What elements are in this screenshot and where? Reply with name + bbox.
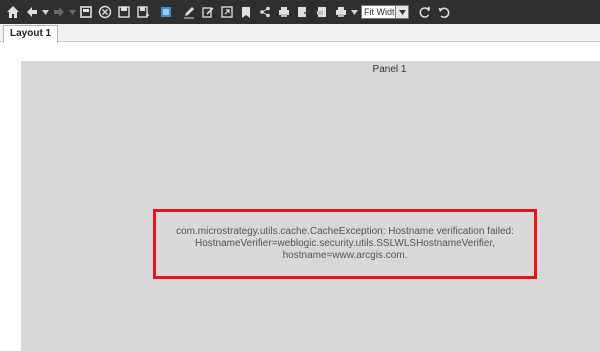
toolbar: Fit Width xyxy=(0,0,600,24)
back-dropdown-icon[interactable] xyxy=(41,2,49,22)
export-icon[interactable] xyxy=(293,2,312,22)
print-icon[interactable] xyxy=(274,2,293,22)
forward-dropdown-icon[interactable] xyxy=(68,2,76,22)
zoom-value: Fit Width xyxy=(364,7,395,17)
reset-icon[interactable] xyxy=(434,2,453,22)
present-icon[interactable] xyxy=(76,2,95,22)
share-link-icon[interactable] xyxy=(255,2,274,22)
back-icon[interactable] xyxy=(22,2,41,22)
panel-title: Panel 1 xyxy=(372,64,407,75)
error-message: com.microstrategy.utils.cache.CacheExcep… xyxy=(156,226,534,262)
layout-tab-bar: Layout 1 xyxy=(0,24,600,43)
chevron-down-icon[interactable] xyxy=(395,6,408,18)
print-dropdown-icon[interactable] xyxy=(350,2,358,22)
share-icon[interactable] xyxy=(217,2,236,22)
save-as-icon[interactable] xyxy=(133,2,152,22)
close-icon[interactable] xyxy=(95,2,114,22)
data-icon[interactable] xyxy=(156,2,175,22)
more-print-icon[interactable] xyxy=(331,2,350,22)
error-line-3: hostname=www.arcgis.com. xyxy=(282,250,408,261)
annotate-icon[interactable] xyxy=(198,2,217,22)
error-highlight-box: com.microstrategy.utils.cache.CacheExcep… xyxy=(153,209,537,279)
pdf-icon[interactable] xyxy=(312,2,331,22)
panel-1: Panel 1 com.microstrategy.utils.cache.Ca… xyxy=(21,61,600,351)
save-icon[interactable] xyxy=(114,2,133,22)
tab-layout-1[interactable]: Layout 1 xyxy=(3,25,59,43)
bookmark-icon[interactable] xyxy=(236,2,255,22)
forward-icon[interactable] xyxy=(49,2,68,22)
error-line-2: HostnameVerifier=weblogic.security.utils… xyxy=(194,238,496,249)
refresh-icon[interactable] xyxy=(415,2,434,22)
error-line-1: com.microstrategy.utils.cache.CacheExcep… xyxy=(176,226,514,237)
edit-icon[interactable] xyxy=(179,2,198,22)
zoom-select[interactable]: Fit Width xyxy=(361,5,409,19)
home-icon[interactable] xyxy=(3,2,22,22)
